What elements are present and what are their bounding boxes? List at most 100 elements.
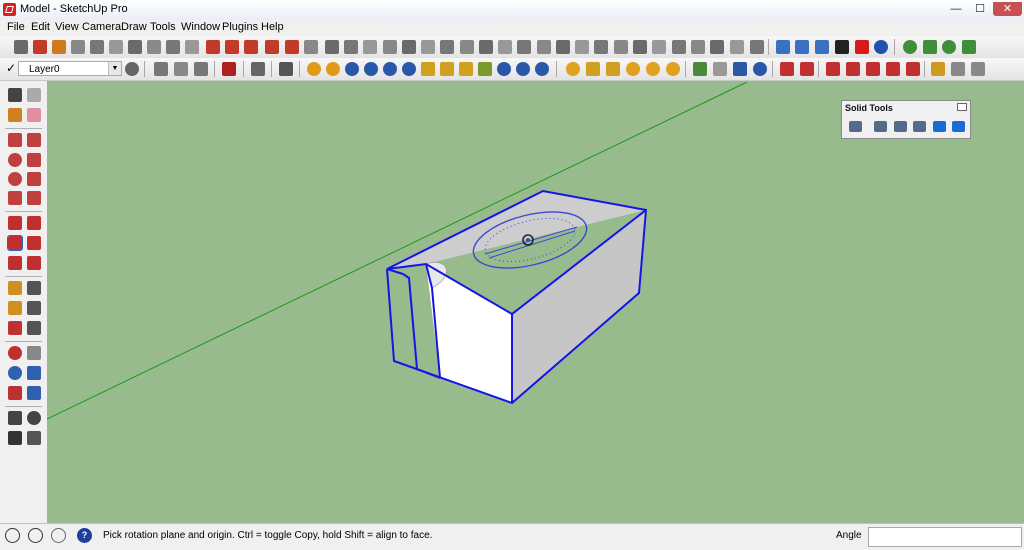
grass-icon[interactable]: [923, 40, 937, 54]
plugin-icon[interactable]: [666, 62, 680, 76]
position-camera-icon[interactable]: [8, 411, 22, 425]
tool-icon[interactable]: [244, 40, 258, 54]
panel-close-button[interactable]: [957, 103, 967, 111]
tool-icon[interactable]: [363, 40, 377, 54]
tool-icon[interactable]: [147, 40, 161, 54]
bush-icon[interactable]: [942, 40, 956, 54]
plugin-icon[interactable]: [364, 62, 378, 76]
tool-icon[interactable]: [174, 62, 188, 76]
measurement-input[interactable]: [868, 527, 1022, 547]
plugin-icon[interactable]: [866, 62, 880, 76]
tool-icon[interactable]: [344, 40, 358, 54]
layer-manager-icon[interactable]: [125, 62, 139, 76]
protractor-icon[interactable]: [8, 301, 22, 315]
menu-window[interactable]: Window: [181, 21, 220, 33]
move-icon[interactable]: [8, 216, 22, 230]
line-icon[interactable]: [27, 133, 41, 147]
box-side-face[interactable]: [512, 210, 646, 403]
intersect-icon[interactable]: [874, 121, 887, 132]
push-pull-icon[interactable]: [27, 216, 41, 230]
plugin-icon[interactable]: [753, 62, 767, 76]
pan-icon[interactable]: [27, 346, 41, 360]
tool-icon[interactable]: [594, 40, 608, 54]
tool-icon[interactable]: [633, 40, 647, 54]
help-icon[interactable]: ?: [77, 528, 92, 543]
tool-icon[interactable]: [154, 62, 168, 76]
component-icon[interactable]: [27, 88, 41, 102]
line-tool-icon[interactable]: [33, 40, 47, 54]
pie-icon[interactable]: [8, 191, 22, 205]
menu-draw[interactable]: Draw: [121, 21, 147, 33]
offset-icon[interactable]: [27, 256, 41, 270]
plugin-icon[interactable]: [345, 62, 359, 76]
close-button[interactable]: ✕: [993, 2, 1022, 16]
plugin-icon[interactable]: [402, 62, 416, 76]
select-tool-icon[interactable]: [14, 40, 28, 54]
tool-icon[interactable]: [498, 40, 512, 54]
outer-shell-icon[interactable]: [849, 121, 862, 132]
plugin-icon[interactable]: [421, 62, 435, 76]
orbit-icon[interactable]: [8, 346, 22, 360]
solid-tools-panel[interactable]: Solid Tools: [841, 100, 971, 139]
tool-icon[interactable]: [460, 40, 474, 54]
tool-icon[interactable]: [206, 40, 220, 54]
two-point-arc-icon[interactable]: [27, 191, 41, 205]
paint-bucket-icon[interactable]: [52, 40, 66, 54]
geo-location-icon[interactable]: [5, 528, 20, 543]
split-icon[interactable]: [952, 121, 965, 132]
look-around-icon[interactable]: [27, 411, 41, 425]
tool-icon[interactable]: [479, 40, 493, 54]
tool-icon[interactable]: [421, 40, 435, 54]
select-icon[interactable]: [8, 88, 22, 102]
tool-icon[interactable]: [166, 40, 180, 54]
stop-icon[interactable]: [855, 40, 869, 54]
plugin-icon[interactable]: [846, 62, 860, 76]
plant-icon[interactable]: [962, 40, 976, 54]
menu-view[interactable]: View: [55, 21, 79, 33]
subtract-icon[interactable]: [913, 121, 926, 132]
xyz-icon[interactable]: [795, 40, 809, 54]
plugin-icon[interactable]: [906, 62, 920, 76]
maximize-button[interactable]: ☐: [968, 2, 992, 16]
tool-icon[interactable]: [90, 40, 104, 54]
plugin-icon[interactable]: [586, 62, 600, 76]
tool-icon[interactable]: [304, 40, 318, 54]
tape-measure-icon[interactable]: [8, 281, 22, 295]
plugin-icon[interactable]: [800, 62, 814, 76]
minimize-button[interactable]: —: [944, 2, 968, 16]
plugin-icon[interactable]: [459, 62, 473, 76]
plugin-icon[interactable]: [566, 62, 580, 76]
tool-icon[interactable]: [402, 40, 416, 54]
tool-icon[interactable]: [440, 40, 454, 54]
plugin-icon[interactable]: [693, 62, 707, 76]
plugin-icon[interactable]: [478, 62, 492, 76]
plugin-icon[interactable]: [931, 62, 945, 76]
play-icon[interactable]: [835, 40, 849, 54]
tool-icon[interactable]: [652, 40, 666, 54]
polygon-icon[interactable]: [8, 172, 22, 186]
tool-icon[interactable]: [517, 40, 531, 54]
tool-icon[interactable]: [185, 40, 199, 54]
plugin-icon[interactable]: [440, 62, 454, 76]
help-icon[interactable]: [874, 40, 888, 54]
tool-icon[interactable]: [225, 40, 239, 54]
union-icon[interactable]: [894, 121, 907, 132]
previous-view-icon[interactable]: [27, 386, 41, 400]
tool-icon[interactable]: [575, 40, 589, 54]
dimension-icon[interactable]: [27, 281, 41, 295]
arc-icon[interactable]: [27, 172, 41, 186]
plugin-icon[interactable]: [951, 62, 965, 76]
tool-icon[interactable]: [710, 40, 724, 54]
plugin-icon[interactable]: [326, 62, 340, 76]
tool-icon[interactable]: [383, 40, 397, 54]
tool-icon[interactable]: [556, 40, 570, 54]
plugin-icon[interactable]: [626, 62, 640, 76]
tool-icon[interactable]: [730, 40, 744, 54]
section-plane-icon[interactable]: [27, 431, 41, 445]
tool-icon[interactable]: [251, 62, 265, 76]
plugin-icon[interactable]: [733, 62, 747, 76]
tool-icon[interactable]: [285, 40, 299, 54]
tool-icon[interactable]: [128, 40, 142, 54]
zoom-window-icon[interactable]: [27, 366, 41, 380]
menu-file[interactable]: File: [7, 21, 25, 33]
